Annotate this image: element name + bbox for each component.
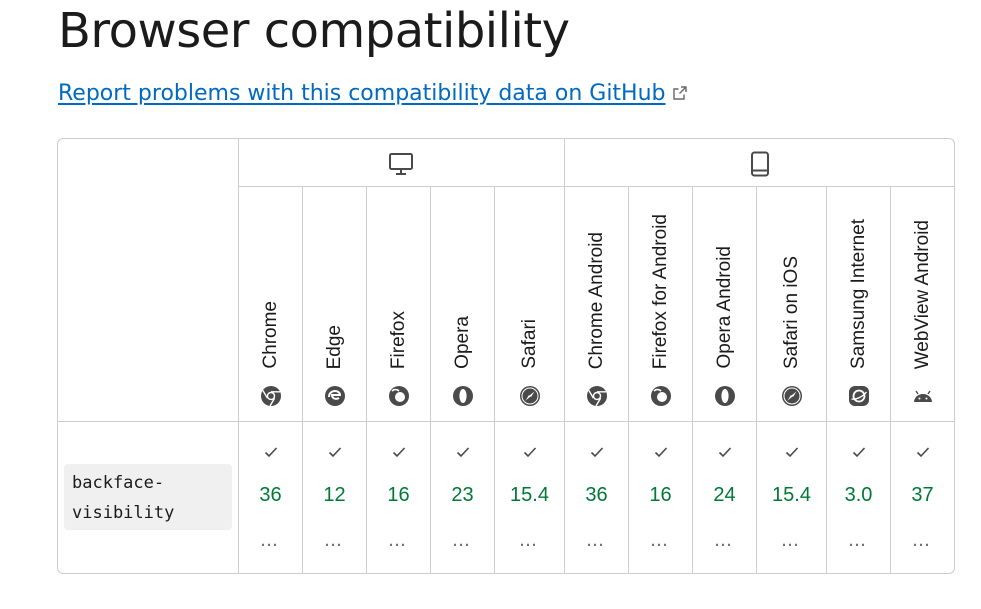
browser-header-chrome: Chrome (239, 187, 302, 421)
samsung-internet-icon (848, 386, 869, 406)
support-cell-safari[interactable]: 15.4 … (495, 422, 564, 573)
more-icon: … (519, 530, 540, 551)
support-version: 3.0 (844, 484, 873, 506)
support-cell-webview-android[interactable]: 37 … (891, 422, 954, 573)
check-icon (785, 447, 798, 458)
browser-header-edge: Edge (303, 187, 366, 421)
more-icon: … (586, 530, 607, 551)
feature-name: backface- visibility (64, 464, 232, 530)
page-title: Browser compatibility (58, 3, 570, 59)
browser-header-firefox-android: Firefox for Android (629, 187, 692, 421)
support-cell-safari-ios[interactable]: 15.4 … (757, 422, 826, 573)
compat-table: Chrome Edge Firefox Opera Safari Chrome … (57, 138, 955, 574)
support-version: 15.4 (510, 484, 549, 506)
check-icon (852, 447, 865, 458)
browser-header-firefox: Firefox (367, 187, 430, 421)
browser-name: Chrome Android (585, 231, 607, 369)
safari-icon (781, 386, 802, 406)
browser-name: Edge (323, 324, 345, 369)
firefox-icon (650, 386, 671, 406)
more-icon: … (324, 530, 345, 551)
more-icon: … (848, 530, 869, 551)
chrome-icon (260, 386, 281, 407)
browser-header-chrome-android: Chrome Android (565, 187, 628, 421)
browser-name: Firefox (387, 310, 409, 369)
check-icon (264, 447, 277, 458)
check-icon (392, 447, 405, 458)
support-version: 24 (713, 484, 736, 506)
desktop-icon (389, 153, 413, 175)
support-cell-firefox-android[interactable]: 16 … (629, 422, 692, 573)
support-version: 16 (387, 484, 410, 506)
more-icon: … (650, 530, 671, 551)
browser-header-webview-android: WebView Android (891, 187, 954, 421)
check-icon (718, 447, 731, 458)
support-cell-samsung-internet[interactable]: 3.0 … (827, 422, 890, 573)
check-icon (916, 447, 929, 458)
support-version: 36 (585, 484, 608, 506)
browser-header-opera-android: Opera Android (693, 187, 756, 421)
more-icon: … (260, 530, 281, 551)
browser-name: Samsung Internet (847, 219, 869, 369)
support-cell-chrome-android[interactable]: 36 … (565, 422, 628, 573)
chrome-icon (586, 386, 607, 407)
feature-name-line: backface- (72, 473, 165, 493)
more-icon: … (781, 530, 802, 551)
safari-icon (519, 386, 540, 406)
support-cell-firefox[interactable]: 16 … (367, 422, 430, 573)
support-cell-opera[interactable]: 23 … (431, 422, 494, 573)
support-cell-chrome[interactable]: 36 … (239, 422, 302, 573)
feature-name-line: visibility (72, 503, 175, 523)
browser-name: Chrome (259, 301, 281, 369)
browser-name: Firefox for Android (649, 213, 671, 369)
check-icon (523, 447, 536, 458)
opera-icon (452, 386, 473, 406)
support-version: 15.4 (772, 484, 811, 506)
support-version: 36 (259, 484, 282, 506)
edge-icon (324, 386, 345, 406)
support-cell-edge[interactable]: 12 … (303, 422, 366, 573)
check-icon (328, 447, 341, 458)
mobile-icon (751, 151, 769, 177)
firefox-icon (388, 386, 409, 406)
browser-name: WebView Android (911, 219, 933, 369)
more-icon: … (912, 530, 933, 551)
browser-header-safari: Safari (495, 187, 564, 421)
browser-name: Safari on iOS (780, 256, 802, 369)
more-icon: … (388, 530, 409, 551)
browser-header-safari-ios: Safari on iOS (757, 187, 826, 421)
browser-name: Safari (518, 319, 540, 369)
android-icon (913, 390, 932, 402)
browser-header-opera: Opera (431, 187, 494, 421)
support-version: 12 (323, 484, 346, 506)
external-link-icon (672, 86, 687, 100)
more-icon: … (452, 530, 473, 551)
support-cell-opera-android[interactable]: 24 … (693, 422, 756, 573)
browser-name: Opera (451, 316, 473, 369)
report-link-label: Report problems with this compatibility … (58, 81, 666, 106)
support-version: 23 (451, 484, 474, 506)
browser-header-samsung-internet: Samsung Internet (827, 187, 890, 421)
check-icon (456, 447, 469, 458)
report-problems-link[interactable]: Report problems with this compatibility … (58, 80, 688, 108)
check-icon (654, 447, 667, 458)
check-icon (590, 447, 603, 458)
support-version: 37 (911, 484, 934, 506)
browser-name: Opera Android (713, 246, 735, 369)
support-version: 16 (649, 484, 672, 506)
opera-icon (714, 386, 735, 406)
more-icon: … (714, 530, 735, 551)
